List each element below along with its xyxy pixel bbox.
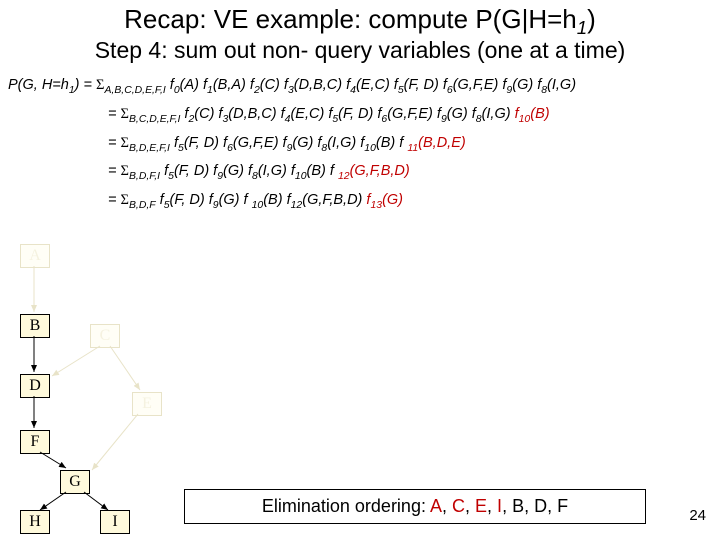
elim-prefix: Elimination ordering: [262, 496, 430, 516]
elim-D: D [534, 496, 547, 516]
new-factor-f12: 12(G,F,B,D) [338, 163, 410, 179]
f2-args: (C) f [260, 77, 288, 93]
node-I: I [100, 510, 130, 534]
sum-subscript-5: B,D,F [129, 200, 156, 211]
title-expr-a: P(G|H=h [475, 4, 576, 34]
slide: Recap: VE example: compute P(G|H=h1) Ste… [0, 4, 720, 544]
node-E: E [132, 392, 162, 416]
step-line-1: P(G, H=h1) = ΣA,B,C,D,E,F,I f0(A) f1(B,A… [8, 72, 712, 101]
f5-args: (F, D) f [338, 106, 381, 122]
f8-args: (I,G) [482, 106, 511, 122]
step-line-3: = ΣB,D,E,F,I f5(F, D) f6(G,F,E) f9(G) f8… [8, 130, 712, 159]
new-factor-f10: f10(B) [515, 106, 550, 122]
node-D: D [20, 374, 50, 398]
f12-sub: 12 [338, 171, 350, 182]
lhs-text: P(G, H=h [8, 77, 69, 93]
step-line-5: = ΣB,D,F f5(F, D) f9(G) f 10(B) f12(G,F,… [8, 187, 712, 216]
node-F: F [20, 430, 50, 454]
f12-sub: 12 [291, 200, 303, 211]
sigma-icon: Σ [121, 135, 129, 151]
slide-subtitle: Step 4: sum out non- query variables (on… [0, 37, 720, 64]
f4-args: (E,C) f [290, 106, 332, 122]
eq-4: = [108, 163, 121, 179]
slide-number: 24 [689, 507, 706, 524]
f2-args: (C) f [194, 106, 222, 122]
elim-I: I [497, 496, 502, 516]
title-text: Recap: VE example: compute [124, 4, 475, 34]
title-sub: 1 [577, 17, 587, 38]
node-B: B [20, 314, 50, 338]
elimination-ordering-box: Elimination ordering: A, C, E, I, B, D, … [184, 489, 646, 524]
sum-subscript-1: A,B,C,D,E,F,I [104, 85, 165, 96]
node-A: A [20, 244, 50, 268]
f6-args: (G,F,E) f [453, 77, 507, 93]
elim-C: C [452, 496, 465, 516]
f5-args: (F, D) f [184, 135, 227, 151]
f8-args: (I,G) [258, 163, 287, 179]
f6-args: (G,F,E) f [387, 106, 441, 122]
node-H: H [20, 510, 50, 534]
f9-args: (G) f [223, 163, 252, 179]
node-C: C [90, 324, 120, 348]
f9-args: (G) f [219, 192, 248, 208]
derivation-steps: P(G, H=h1) = ΣA,B,C,D,E,F,I f0(A) f1(B,A… [8, 72, 712, 216]
f12-args: (G,F,B,D) [350, 163, 410, 179]
sigma-icon: Σ [121, 192, 129, 208]
f8-args: (I,G) [327, 135, 356, 151]
f6-args: (G,F,E) f [233, 135, 287, 151]
f10-sub: 10 [364, 143, 376, 154]
eq-5: = [108, 192, 121, 208]
title-expr-b: ) [587, 4, 596, 34]
f5-args: (F, D) f [170, 192, 213, 208]
sum-subscript-4: B,D,F,I [129, 171, 160, 182]
f10-args: (B) [530, 106, 549, 122]
new-factor-f13: f13(G) [366, 192, 403, 208]
f11-args: (B,D,E) [418, 135, 466, 151]
f9-args: (G) f [512, 77, 541, 93]
f10-sub: 10 [519, 114, 531, 125]
eq-2: = [108, 106, 121, 122]
f10-sub: 10 [295, 171, 307, 182]
title-expr: P(G|H=h1) [475, 4, 595, 34]
f13-sub: 13 [370, 200, 382, 211]
new-factor-f11: 11(B,D,E) [407, 135, 465, 151]
eq-3: = [108, 135, 121, 151]
elim-E: E [475, 496, 487, 516]
f13-args: (G) [382, 192, 403, 208]
f9-args: (G) f [447, 106, 476, 122]
f5-args: (F, D) f [174, 163, 217, 179]
lhs-tail: ) = [75, 77, 96, 93]
f10-sub: 10 [252, 200, 264, 211]
node-G: G [60, 470, 90, 494]
elim-F: F [557, 496, 568, 516]
elim-B: B [512, 496, 524, 516]
f5-args: (F, D) f [404, 77, 447, 93]
sigma-icon: Σ [121, 106, 129, 122]
f8-args: (I,G) [547, 77, 576, 93]
slide-title: Recap: VE example: compute P(G|H=h1) [0, 4, 720, 39]
f10b-args: (B) f [263, 192, 290, 208]
f12-args: (G,F,B,D) [302, 192, 362, 208]
f3-args: (D,B,C) f [228, 106, 284, 122]
f1-args: (B,A) f [213, 77, 254, 93]
f4-args: (E,C) f [356, 77, 398, 93]
sum-subscript-2: B,C,D,E,F,I [129, 114, 180, 125]
step-line-4: = ΣB,D,F,I f5(F, D) f9(G) f8(I,G) f10(B)… [8, 158, 712, 187]
f0-args: (A) f [180, 77, 207, 93]
step-line-2: = ΣB,C,D,E,F,I f2(C) f3(D,B,C) f4(E,C) f… [8, 101, 712, 130]
f10b-args: (B) f [376, 135, 403, 151]
f11-sub: 11 [407, 143, 418, 154]
sum-subscript-3: B,D,E,F,I [129, 143, 170, 154]
sigma-icon: Σ [121, 163, 129, 179]
f3-args: (D,B,C) f [294, 77, 350, 93]
f10b-args: (B) f [307, 163, 334, 179]
elim-A: A [430, 496, 442, 516]
f9-args: (G) f [292, 135, 321, 151]
